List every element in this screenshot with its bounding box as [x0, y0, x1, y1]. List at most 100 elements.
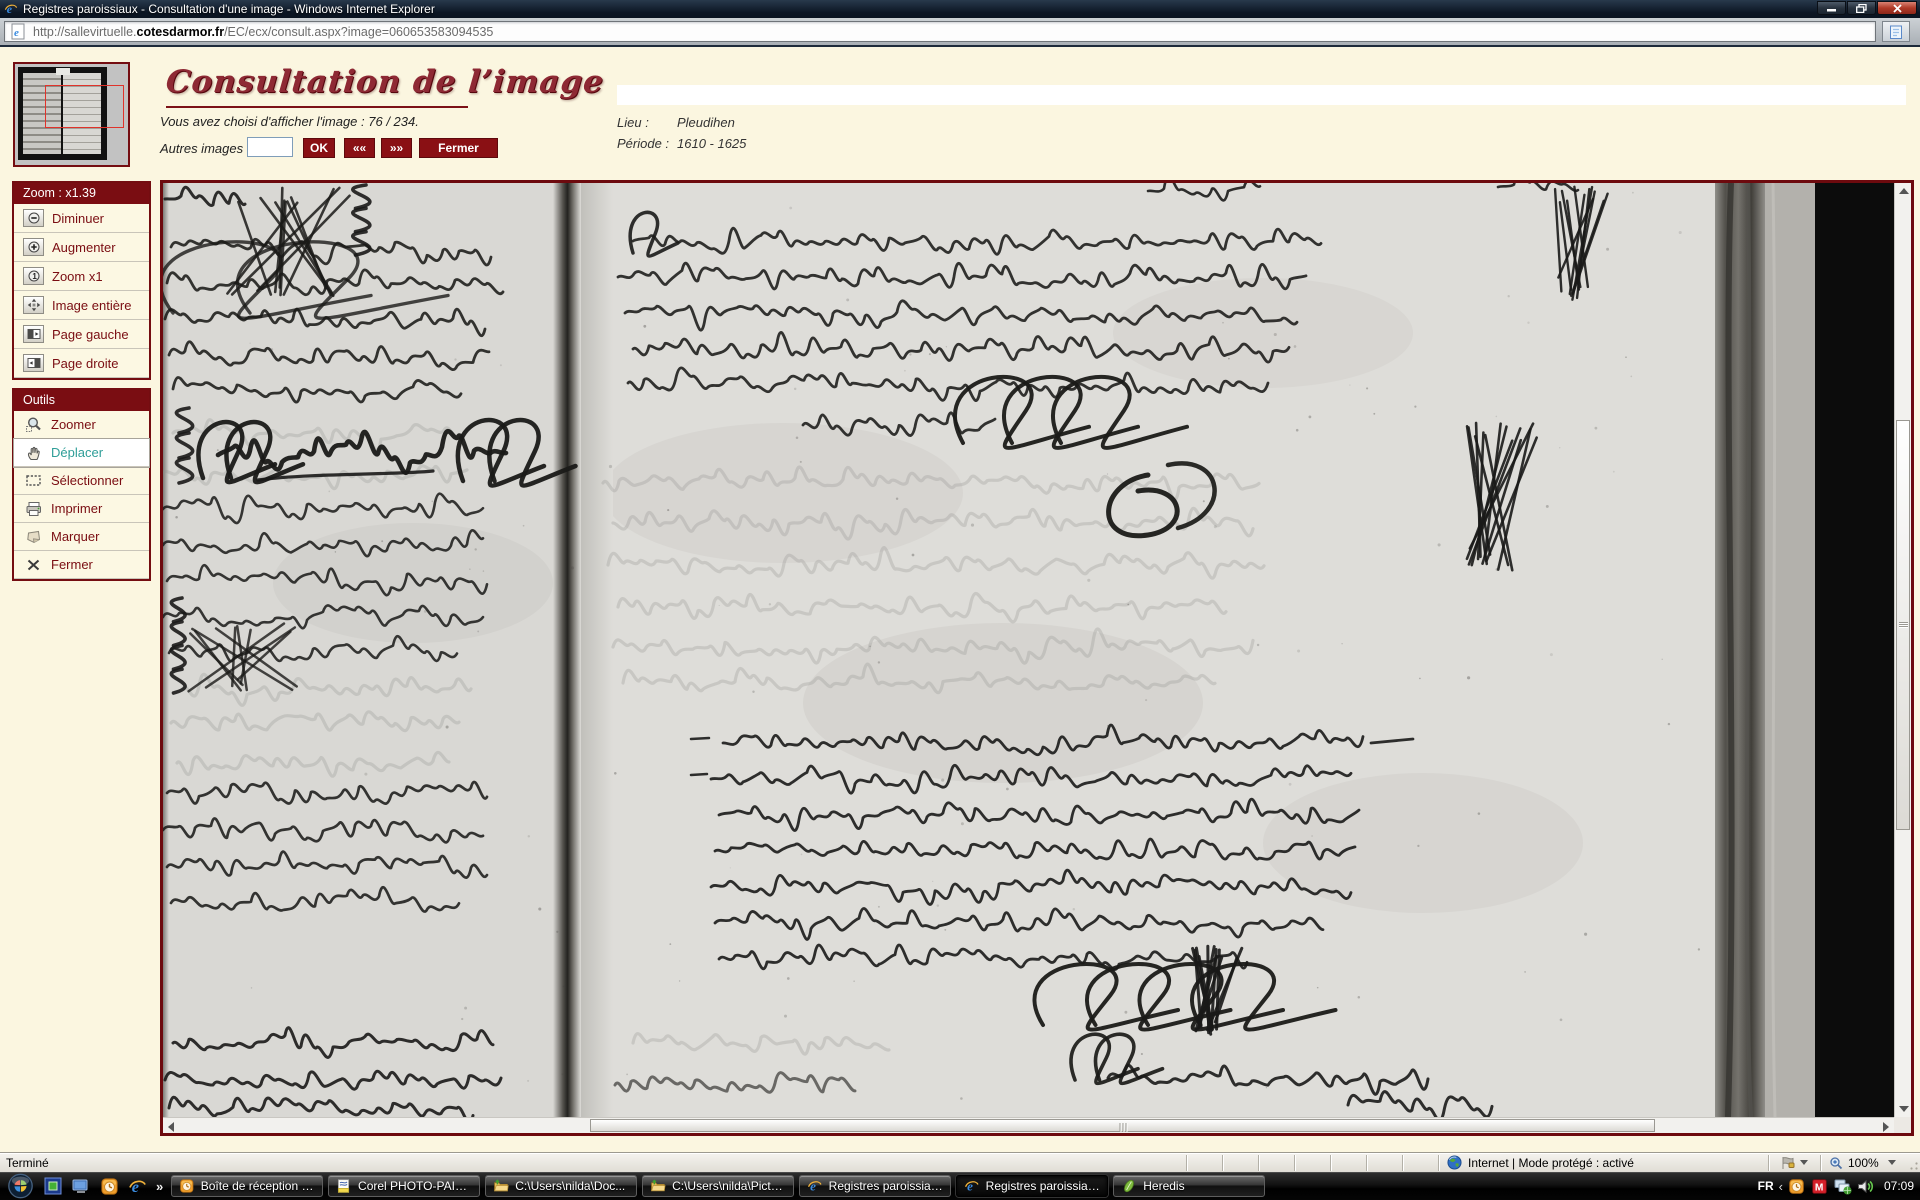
taskbar-button-documents[interactable]: C:\Users\nilda\Doc... [485, 1175, 637, 1197]
tool-item-imprimer[interactable]: Imprimer [14, 495, 149, 523]
language-indicator[interactable]: FR [1758, 1179, 1774, 1193]
protected-mode-pane[interactable] [1768, 1155, 1820, 1171]
chevron-down-icon [1800, 1160, 1808, 1165]
minimize-button[interactable] [1817, 1, 1846, 15]
status-text: Terminé [0, 1156, 49, 1170]
next-image-button[interactable]: »» [381, 138, 412, 158]
tools-panel-title: Outils [14, 390, 149, 411]
quicklaunch-show-desktop-icon[interactable] [70, 1175, 92, 1197]
zoom-item-page-gauche[interactable]: Page gauche [14, 320, 149, 349]
clock[interactable]: 07:09 [1884, 1179, 1914, 1193]
tray-network-icon[interactable] [1834, 1177, 1852, 1195]
navigation-thumbnail[interactable] [13, 62, 130, 167]
scroll-right-arrow[interactable] [1883, 1122, 1889, 1132]
address-bar: e http://sallevirtuelle.cotesdarmor.fr/E… [0, 18, 1920, 47]
lieu-label: Lieu : [617, 115, 649, 130]
other-images-label: Autres images : [160, 141, 250, 156]
periode-value: 1610 - 1625 [677, 136, 746, 151]
quicklaunch-overflow-chevron[interactable]: » [156, 1179, 163, 1194]
tool-item-fermer[interactable]: Fermer [14, 551, 149, 579]
scroll-up-arrow[interactable] [1899, 188, 1909, 194]
tray-volume-icon[interactable] [1857, 1177, 1875, 1195]
url-path: /EC/ecx/consult.aspx?image=0606535830945… [224, 25, 493, 39]
zoom-panel-title: Zoom : x1.39 [14, 183, 149, 204]
taskbar-button-registres-1[interactable]: Registres paroissiau... [799, 1175, 951, 1197]
vertical-scrollbar[interactable] [1894, 183, 1911, 1117]
svg-text:e: e [14, 27, 19, 39]
close-button[interactable] [1877, 1, 1917, 15]
fermer-button[interactable]: Fermer [419, 138, 498, 158]
close-icon [1893, 4, 1902, 13]
tag-icon [23, 528, 43, 546]
zoom-item-zoom-x1[interactable]: 1 Zoom x1 [14, 262, 149, 291]
vertical-scroll-thumb[interactable] [1896, 420, 1910, 830]
window-controls [1816, 1, 1917, 15]
lieu-value: Pleudihen [677, 115, 735, 130]
folder-icon [493, 1178, 509, 1194]
taskbar: » Boîte de réception - ... Corel PHOTO-P… [0, 1172, 1920, 1200]
zoom-level-icon [1829, 1156, 1843, 1170]
zoom-panel: Zoom : x1.39 Diminuer Augmenter 1 Zoom x… [12, 181, 151, 380]
other-images-input[interactable] [247, 137, 293, 157]
tool-item-deplacer[interactable]: Déplacer [14, 439, 149, 467]
tool-item-marquer[interactable]: Marquer [14, 523, 149, 551]
scroll-left-arrow[interactable] [168, 1122, 174, 1132]
tools-panel: Outils Zoomer Déplacer Sélectionner Impr… [12, 388, 151, 581]
manuscript-image[interactable] [163, 183, 1894, 1117]
quicklaunch-ie-icon[interactable] [126, 1175, 148, 1197]
window-title: Registres paroissiaux - Consultation d'u… [23, 2, 435, 16]
magnifier-icon [23, 416, 43, 434]
zoom-item-label: Image entière [52, 298, 132, 313]
quicklaunch-incredimail-icon[interactable] [98, 1175, 120, 1197]
start-button[interactable] [4, 1173, 37, 1199]
resize-grip[interactable] [1906, 1153, 1920, 1172]
security-zone-pane: Internet | Mode protégé : activé [1438, 1155, 1768, 1171]
system-tray: FR ‹ M 07:09 [1758, 1177, 1920, 1195]
zoom-item-image-entiere[interactable]: Image entière [14, 291, 149, 320]
horizontal-scroll-thumb[interactable] [590, 1119, 1655, 1132]
page-shortcut-icon [1888, 24, 1904, 40]
tool-item-label: Déplacer [51, 445, 103, 460]
url-domain: cotesdarmor.fr [137, 25, 225, 39]
url-field[interactable]: e http://sallevirtuelle.cotesdarmor.fr/E… [4, 21, 1876, 42]
ok-button[interactable]: OK [303, 138, 335, 158]
tray-incredimail-icon[interactable] [1788, 1177, 1806, 1195]
zoom-item-page-droite[interactable]: Page droite [14, 349, 149, 378]
previous-image-button[interactable]: «« [344, 138, 375, 158]
select-icon [23, 472, 43, 490]
title-underline [166, 106, 468, 108]
security-zone-text: Internet | Mode protégé : activé [1468, 1156, 1634, 1170]
header-white-strip [617, 85, 1906, 105]
ie-window-icon [4, 2, 18, 16]
taskbar-button-heredis[interactable]: Heredis [1113, 1175, 1265, 1197]
tool-item-label: Fermer [51, 557, 93, 572]
tray-collapse-chevron[interactable]: ‹ [1779, 1179, 1783, 1194]
folder-icon [650, 1178, 666, 1194]
tool-item-zoomer[interactable]: Zoomer [14, 411, 149, 439]
page-zoom-pane[interactable]: 100% [1820, 1155, 1906, 1171]
scroll-down-arrow[interactable] [1899, 1106, 1909, 1112]
zoom-item-augmenter[interactable]: Augmenter [14, 233, 149, 262]
taskbar-button-registres-2-active[interactable]: Registres paroissiau... [956, 1175, 1108, 1197]
printer-icon [23, 500, 43, 518]
taskbar-button-pictures[interactable]: C:\Users\nilda\Pictu... [642, 1175, 794, 1197]
zoom-item-label: Zoom x1 [52, 269, 103, 284]
thumbnail-viewport-rectangle[interactable] [45, 85, 124, 128]
tray-m-agent-icon[interactable]: M [1811, 1177, 1829, 1195]
taskbar-button-inbox[interactable]: Boîte de réception - ... [171, 1175, 323, 1197]
window-titlebar: Registres paroissiaux - Consultation d'u… [0, 0, 1920, 18]
tool-item-label: Imprimer [51, 501, 102, 516]
quicklaunch-media-icon[interactable] [42, 1175, 64, 1197]
incredimail-icon [179, 1178, 195, 1194]
url-prefix: http://sallevirtuelle. [33, 25, 137, 39]
zoom-x1-icon: 1 [23, 267, 44, 285]
horizontal-scrollbar[interactable] [163, 1117, 1894, 1133]
zoom-in-icon [23, 238, 44, 256]
restore-icon [1856, 4, 1867, 13]
zoom-item-label: Augmenter [52, 240, 116, 255]
zoom-item-diminuer[interactable]: Diminuer [14, 204, 149, 233]
page-action-button[interactable] [1882, 21, 1910, 42]
restore-button[interactable] [1847, 1, 1876, 15]
taskbar-button-corel[interactable]: Corel PHOTO-PAIN... [328, 1175, 480, 1197]
tool-item-selectionner[interactable]: Sélectionner [14, 467, 149, 495]
